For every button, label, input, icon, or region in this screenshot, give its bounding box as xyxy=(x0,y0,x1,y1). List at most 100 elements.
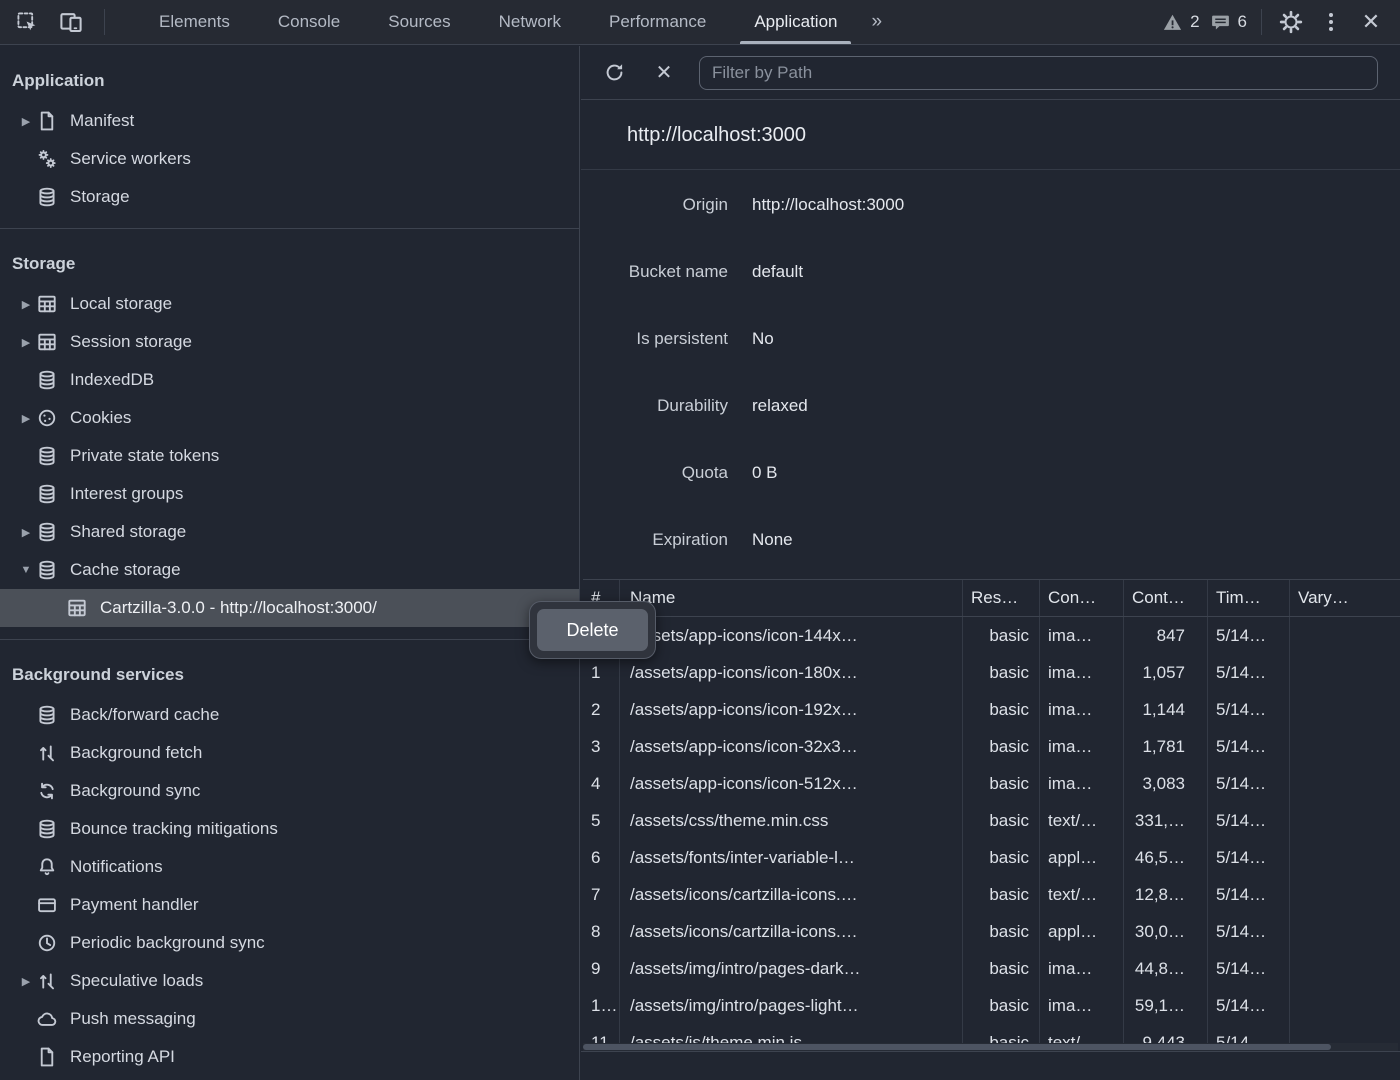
database-icon xyxy=(36,559,58,581)
table-row[interactable]: 7/assets/icons/cartzilla-icons.…basictex… xyxy=(583,876,1400,913)
sidebar-item-label: Background fetch xyxy=(70,743,202,763)
sidebar-item-label: Push messaging xyxy=(70,1009,196,1029)
chevron-right-icon[interactable]: ▶ xyxy=(16,975,36,988)
column-header-cont[interactable]: Cont… xyxy=(1124,580,1208,616)
table-row[interactable]: 1…/assets/img/intro/pages-light…basicima… xyxy=(583,987,1400,1024)
cell-tim: 5/14… xyxy=(1208,691,1290,728)
detail-value: None xyxy=(752,530,793,550)
detail-value: default xyxy=(752,262,803,282)
cell-name: /assets/app-icons/icon-144x… xyxy=(620,617,963,654)
tab-network[interactable]: Network xyxy=(475,0,585,44)
sidebar-item-speculative-loads[interactable]: ▶Speculative loads xyxy=(0,962,579,1000)
sidebar-item-periodic-background-sync[interactable]: Periodic background sync xyxy=(0,924,579,962)
table-row[interactable]: 4/assets/app-icons/icon-512x…basicima…3,… xyxy=(583,765,1400,802)
chevron-right-icon[interactable]: ▶ xyxy=(16,298,36,311)
sidebar-item-service-workers[interactable]: Service workers xyxy=(0,140,579,178)
column-header-vary[interactable]: Vary… xyxy=(1290,580,1400,616)
table-icon xyxy=(66,597,88,619)
messages-badge[interactable]: 6 xyxy=(1210,12,1247,33)
cell-con: ima… xyxy=(1040,765,1124,802)
sidebar-item-bounce-tracking-mitigations[interactable]: Bounce tracking mitigations xyxy=(0,810,579,848)
sidebar-item-payment-handler[interactable]: Payment handler xyxy=(0,886,579,924)
column-header-con[interactable]: Con… xyxy=(1040,580,1124,616)
detail-value: 0 B xyxy=(752,463,778,483)
table-row[interactable]: 3/assets/app-icons/icon-32x3…basicima…1,… xyxy=(583,728,1400,765)
sidebar-item-storage[interactable]: Storage xyxy=(0,178,579,216)
more-options-icon[interactable] xyxy=(1316,7,1346,37)
sidebar-item-cartzilla-3-0-0-http-localhost-3000[interactable]: Cartzilla-3.0.0 - http://localhost:3000/ xyxy=(0,589,579,627)
sidebar-section-background-services: Background servicesBack/forward cacheBac… xyxy=(0,640,579,1080)
context-menu-item-delete[interactable]: Delete xyxy=(537,609,648,651)
sidebar-item-local-storage[interactable]: ▶Local storage xyxy=(0,285,579,323)
tab-sources[interactable]: Sources xyxy=(364,0,474,44)
sidebar-item-background-sync[interactable]: Background sync xyxy=(0,772,579,810)
gears-icon xyxy=(36,148,58,170)
sidebar-item-label: Storage xyxy=(70,187,130,207)
sidebar-item-push-messaging[interactable]: Push messaging xyxy=(0,1000,579,1038)
cell-num: 7 xyxy=(583,876,620,913)
cell-num: 9 xyxy=(583,950,620,987)
cell-res: basic xyxy=(963,691,1040,728)
inspect-element-icon[interactable] xyxy=(12,7,42,37)
cell-vary xyxy=(1290,913,1400,950)
cell-cont: 3,083 xyxy=(1124,765,1208,802)
table-row[interactable]: 1/assets/app-icons/icon-180x…basicima…1,… xyxy=(583,654,1400,691)
table-row[interactable]: 8/assets/icons/cartzilla-icons.…basicapp… xyxy=(583,913,1400,950)
table-row[interactable]: 0/assets/app-icons/icon-144x…basicima…84… xyxy=(583,617,1400,654)
tab-console[interactable]: Console xyxy=(254,0,364,44)
scrollbar-thumb[interactable] xyxy=(583,1044,1331,1050)
tab-performance[interactable]: Performance xyxy=(585,0,730,44)
cell-tim: 5/14… xyxy=(1208,1024,1290,1043)
sidebar-item-cache-storage[interactable]: ▼Cache storage xyxy=(0,551,579,589)
tab-application[interactable]: Application xyxy=(730,0,861,44)
sidebar-item-back-forward-cache[interactable]: Back/forward cache xyxy=(0,696,579,734)
preview-footer xyxy=(581,1051,1400,1080)
cell-tim: 5/14… xyxy=(1208,913,1290,950)
table-row[interactable]: 6/assets/fonts/inter-variable-l…basicapp… xyxy=(583,839,1400,876)
chevron-down-icon[interactable]: ▼ xyxy=(16,564,36,576)
cell-con: ima… xyxy=(1040,691,1124,728)
sidebar-item-session-storage[interactable]: ▶Session storage xyxy=(0,323,579,361)
column-header-name[interactable]: Name xyxy=(620,580,963,616)
device-toolbar-icon[interactable] xyxy=(56,7,86,37)
cell-res: basic xyxy=(963,617,1040,654)
chevron-right-icon[interactable]: ▶ xyxy=(16,526,36,539)
bucket-details: Originhttp://localhost:3000Bucket namede… xyxy=(581,171,1400,579)
sidebar-item-indexeddb[interactable]: IndexedDB xyxy=(0,361,579,399)
sidebar-item-background-fetch[interactable]: Background fetch xyxy=(0,734,579,772)
sidebar-item-interest-groups[interactable]: Interest groups xyxy=(0,475,579,513)
clear-icon[interactable]: ✕ xyxy=(649,58,679,88)
settings-gear-icon[interactable] xyxy=(1276,7,1306,37)
column-header-res[interactable]: Res… xyxy=(963,580,1040,616)
sidebar-item-reporting-api[interactable]: Reporting API xyxy=(0,1038,579,1076)
database-icon xyxy=(36,445,58,467)
sidebar-item-notifications[interactable]: Notifications xyxy=(0,848,579,886)
table-row[interactable]: 11/assets/js/theme.min.jsbasictext/…9,44… xyxy=(583,1024,1400,1043)
sidebar-section-storage: Storage▶Local storage▶Session storageInd… xyxy=(0,229,579,640)
sidebar-item-label: Payment handler xyxy=(70,895,199,915)
sidebar-item-private-state-tokens[interactable]: Private state tokens xyxy=(0,437,579,475)
sidebar-item-shared-storage[interactable]: ▶Shared storage xyxy=(0,513,579,551)
chevron-right-icon[interactable]: ▶ xyxy=(16,115,36,128)
table-row[interactable]: 2/assets/app-icons/icon-192x…basicima…1,… xyxy=(583,691,1400,728)
warnings-badge[interactable]: 2 xyxy=(1162,12,1199,33)
table-row[interactable]: 9/assets/img/intro/pages-dark…basicima…4… xyxy=(583,950,1400,987)
sidebar-item-manifest[interactable]: ▶Manifest xyxy=(0,102,579,140)
more-tabs-button[interactable]: » xyxy=(861,0,890,44)
column-header-tim[interactable]: Tim… xyxy=(1208,580,1290,616)
cell-tim: 5/14… xyxy=(1208,839,1290,876)
detail-label: Bucket name xyxy=(581,262,728,282)
sidebar-item-cookies[interactable]: ▶Cookies xyxy=(0,399,579,437)
refresh-icon[interactable] xyxy=(599,58,629,88)
detail-label: Expiration xyxy=(581,530,728,550)
cell-num: 1… xyxy=(583,987,620,1024)
table-row[interactable]: 5/assets/css/theme.min.cssbasictext/…331… xyxy=(583,802,1400,839)
chevron-right-icon[interactable]: ▶ xyxy=(16,336,36,349)
cell-vary xyxy=(1290,654,1400,691)
filter-input[interactable] xyxy=(699,56,1378,90)
chevron-right-icon[interactable]: ▶ xyxy=(16,412,36,425)
close-devtools-icon[interactable]: ✕ xyxy=(1356,7,1386,37)
tab-elements[interactable]: Elements xyxy=(135,0,254,44)
cell-vary xyxy=(1290,876,1400,913)
cell-cont: 30,0… xyxy=(1124,913,1208,950)
